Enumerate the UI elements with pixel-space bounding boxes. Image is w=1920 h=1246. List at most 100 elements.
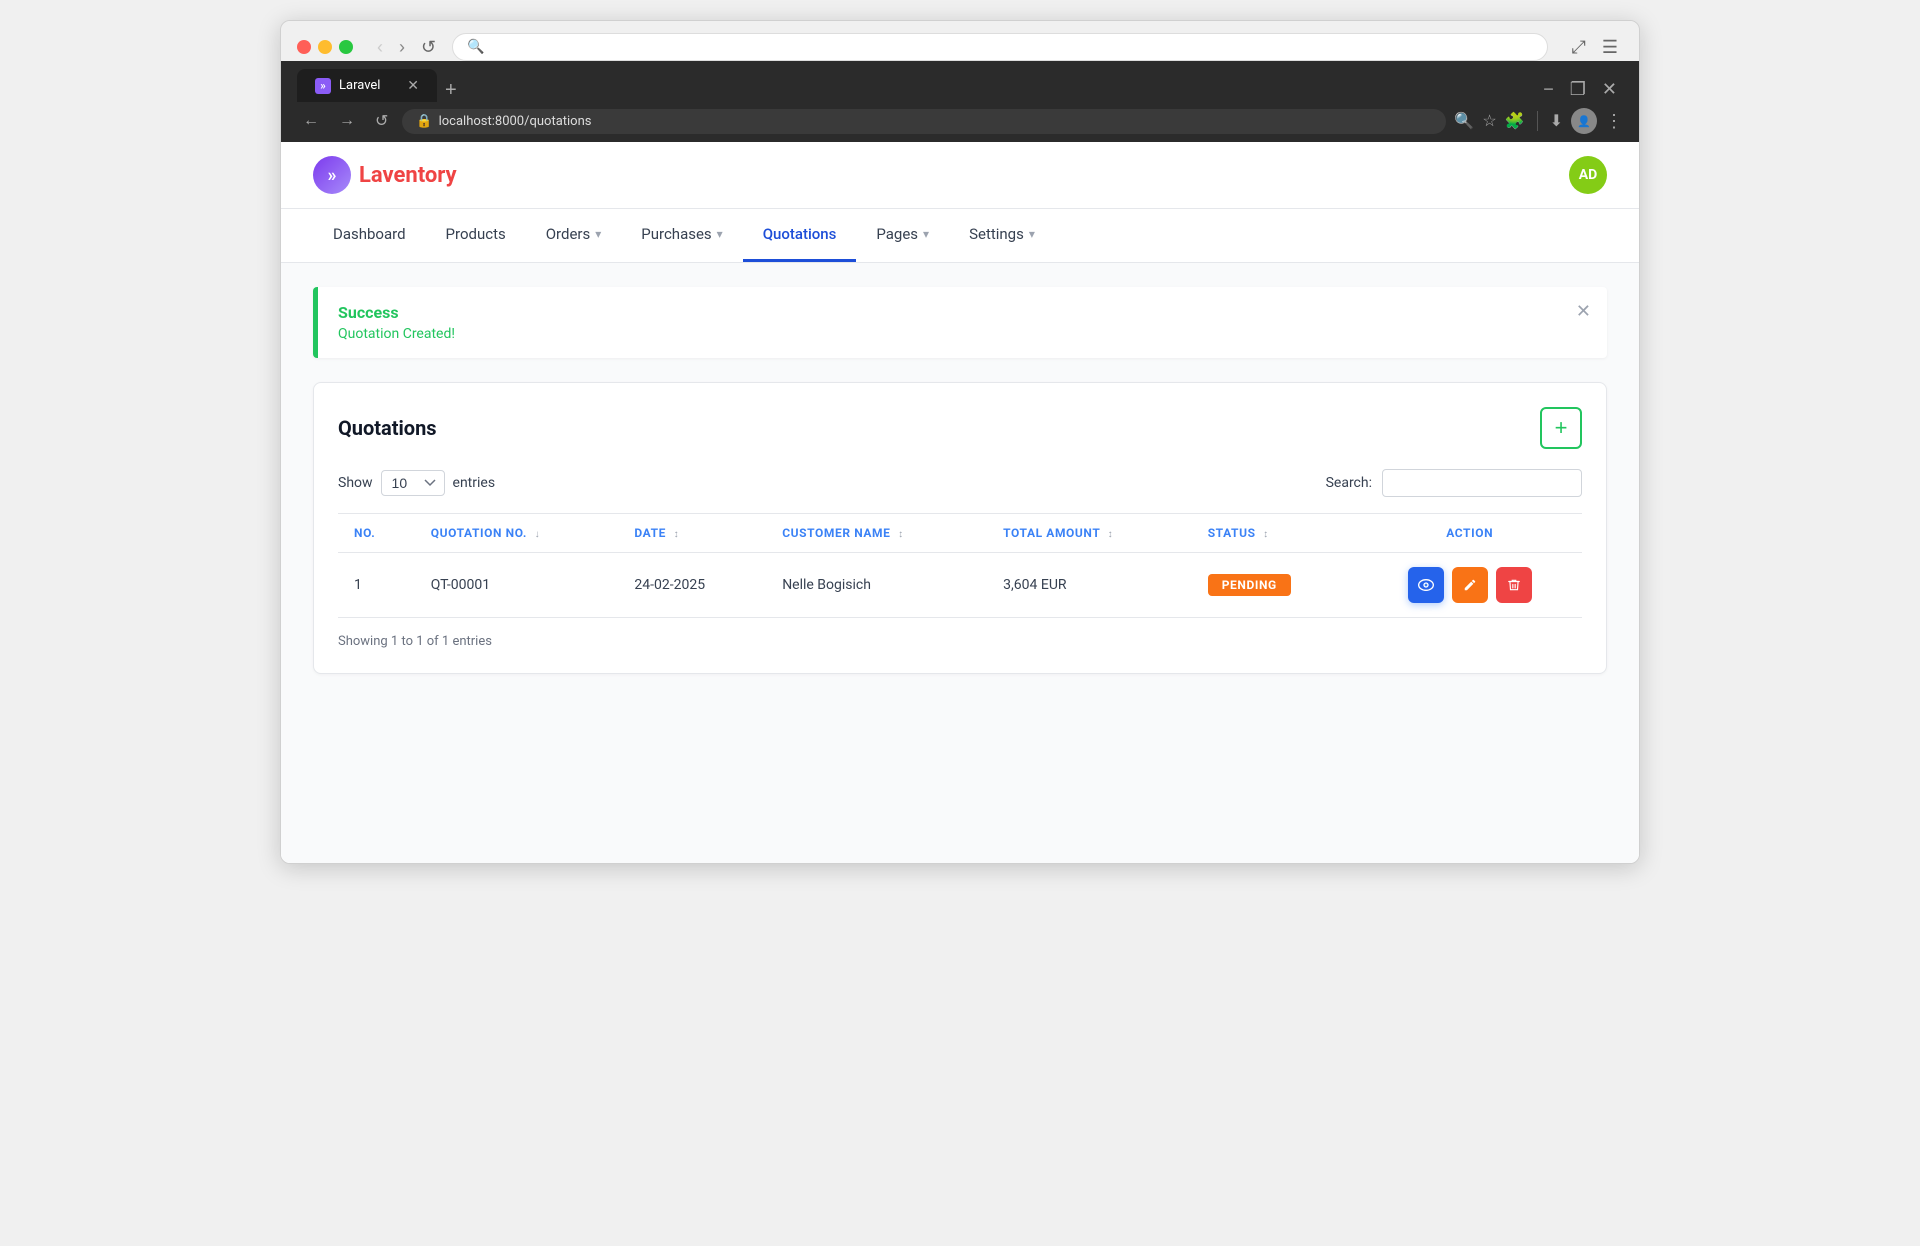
cell-action (1357, 553, 1582, 618)
window-close-button[interactable]: ✕ (1596, 77, 1623, 102)
app-content: » Laventory AD Dashboard Products Orders… (281, 142, 1639, 863)
pages-chevron: ▾ (923, 227, 929, 241)
settings-chevron: ▾ (1029, 227, 1035, 241)
browser-tabbar: » Laravel ✕ + − ❐ ✕ (281, 61, 1639, 102)
table-row: 1 QT-00001 24-02-2025 Nelle Bogisich 3,6… (338, 553, 1582, 618)
lock-icon: 🔒 (416, 114, 432, 129)
entries-select[interactable]: 10 25 50 100 (381, 470, 445, 496)
alert-message: Quotation Created! (338, 326, 1587, 342)
divider (1537, 111, 1538, 131)
col-no: NO. (338, 514, 415, 553)
quotations-table: NO. QUOTATION NO. ↓ DATE ↕ CUS (338, 513, 1582, 618)
nav-pages[interactable]: Pages ▾ (856, 209, 949, 262)
addr-forward-button[interactable]: → (333, 110, 361, 132)
main-content: Success Quotation Created! ✕ Quotations … (281, 263, 1639, 863)
user-avatar[interactable]: AD (1569, 156, 1607, 194)
main-navigation: Dashboard Products Orders ▾ Purchases ▾ … (281, 209, 1639, 263)
orders-chevron: ▾ (595, 227, 601, 241)
card-header: Quotations + (338, 407, 1582, 449)
address-bar[interactable]: 🔒 localhost:8000/quotations (402, 109, 1446, 134)
search-input[interactable] (1382, 469, 1582, 497)
alert-close-button[interactable]: ✕ (1576, 301, 1591, 322)
back-button[interactable]: ‹ (371, 35, 389, 60)
add-quotation-button[interactable]: + (1540, 407, 1582, 449)
col-status[interactable]: STATUS ↕ (1192, 514, 1358, 553)
edit-button[interactable] (1452, 567, 1488, 603)
menu-button[interactable]: ☰ (1597, 35, 1623, 60)
col-customer-name[interactable]: CUSTOMER NAME ↕ (766, 514, 987, 553)
view-button[interactable] (1408, 567, 1444, 603)
window-maximize-button[interactable]: ❐ (1564, 77, 1592, 102)
status-badge: PENDING (1208, 574, 1291, 596)
top-search-bar[interactable]: 🔍 (452, 33, 1548, 61)
sort-icon-date: ↕ (674, 529, 680, 540)
nav-quotations[interactable]: Quotations (743, 209, 857, 262)
app-logo[interactable]: » Laventory (313, 156, 457, 194)
nav-settings[interactable]: Settings ▾ (949, 209, 1055, 262)
window-minimize-button[interactable]: − (1537, 77, 1560, 102)
tab-label: Laravel (339, 78, 380, 93)
search-icon: 🔍 (467, 39, 484, 55)
col-action: ACTION (1357, 514, 1582, 553)
more-options-button[interactable]: ⋮ (1605, 111, 1623, 132)
addr-back-button[interactable]: ← (297, 110, 325, 132)
col-quotation-no[interactable]: QUOTATION NO. ↓ (415, 514, 619, 553)
tab-favicon: » (315, 78, 331, 94)
tab-close-button[interactable]: ✕ (407, 77, 419, 94)
reload-button[interactable]: ↺ (415, 35, 442, 60)
profile-avatar[interactable]: 👤 (1571, 108, 1597, 134)
delete-button[interactable] (1496, 567, 1532, 603)
browser-tab-active[interactable]: » Laravel ✕ (297, 69, 437, 102)
alert-title: Success (338, 303, 1587, 322)
nav-orders[interactable]: Orders ▾ (526, 209, 622, 262)
show-label: Show (338, 475, 373, 491)
col-date[interactable]: DATE ↕ (618, 514, 766, 553)
search-label: Search: (1326, 475, 1372, 491)
sort-icon-amount: ↕ (1108, 529, 1114, 540)
quotations-card: Quotations + Show 10 25 50 100 entries (313, 382, 1607, 674)
expand-button[interactable]: ⤢ (1566, 35, 1590, 60)
sort-icon-quotation-no: ↓ (535, 529, 541, 540)
cell-date: 24-02-2025 (618, 553, 766, 618)
star-button[interactable]: ☆ (1482, 111, 1496, 131)
forward-button[interactable]: › (393, 35, 411, 60)
browser-address-row: ← → ↺ 🔒 localhost:8000/quotations 🔍 ☆ 🧩 … (281, 102, 1639, 142)
entries-label: entries (453, 475, 496, 491)
search-section: Search: (1326, 469, 1582, 497)
minimize-traffic-light[interactable] (318, 40, 332, 54)
nav-purchases[interactable]: Purchases ▾ (621, 209, 742, 262)
card-title: Quotations (338, 416, 437, 440)
app-header: » Laventory AD (281, 142, 1639, 209)
top-search-input[interactable] (493, 39, 1534, 55)
nav-dashboard[interactable]: Dashboard (313, 209, 426, 262)
purchases-chevron: ▾ (717, 227, 723, 241)
sort-icon-customer: ↕ (898, 529, 904, 540)
col-total-amount[interactable]: TOTAL AMOUNT ↕ (987, 514, 1192, 553)
eye-icon (1418, 578, 1434, 592)
pagination-info: Showing 1 to 1 of 1 entries (338, 634, 492, 649)
download-button[interactable]: ⬇ (1550, 111, 1563, 131)
table-footer: Showing 1 to 1 of 1 entries (338, 634, 1582, 649)
sort-icon-status: ↕ (1263, 529, 1269, 540)
show-entries-control: Show 10 25 50 100 entries (338, 470, 495, 496)
logo-icon: » (313, 156, 351, 194)
cell-no: 1 (338, 553, 415, 618)
addr-reload-button[interactable]: ↺ (369, 109, 394, 133)
close-traffic-light[interactable] (297, 40, 311, 54)
extensions-button[interactable]: 🧩 (1505, 111, 1525, 131)
zoom-button[interactable]: 🔍 (1454, 111, 1474, 131)
url-display: localhost:8000/quotations (439, 114, 1433, 129)
trash-icon (1507, 578, 1521, 592)
cell-quotation-no: QT-00001 (415, 553, 619, 618)
cell-customer-name: Nelle Bogisich (766, 553, 987, 618)
nav-products[interactable]: Products (426, 209, 526, 262)
logo-text: Laventory (359, 163, 457, 188)
new-tab-button[interactable]: + (437, 79, 465, 102)
cell-status: PENDING (1192, 553, 1358, 618)
action-buttons (1373, 567, 1566, 603)
window-traffic-lights (297, 40, 353, 54)
table-controls: Show 10 25 50 100 entries Search: (338, 469, 1582, 497)
success-alert: Success Quotation Created! ✕ (313, 287, 1607, 358)
maximize-traffic-light[interactable] (339, 40, 353, 54)
edit-icon (1463, 578, 1477, 592)
